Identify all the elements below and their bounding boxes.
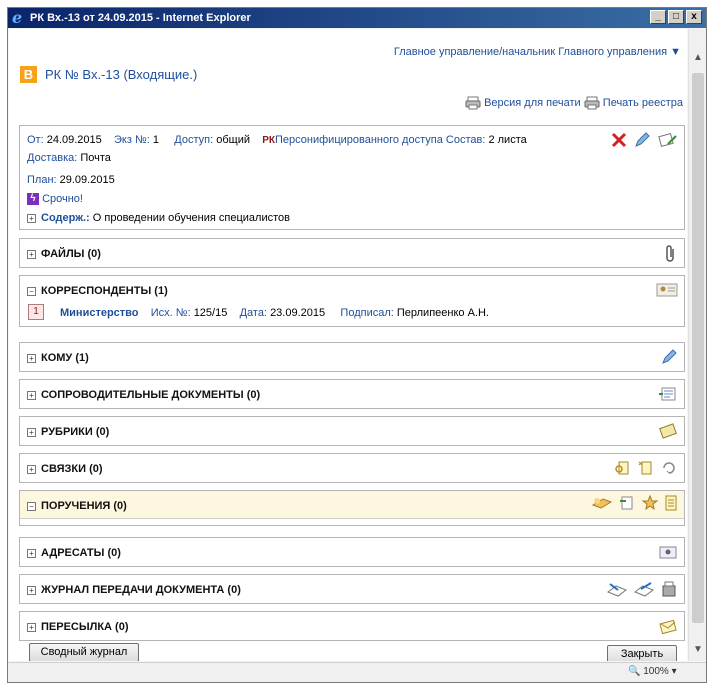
correspondents-section-title: КОРРЕСПОНДЕНТЫ (1) (41, 285, 168, 297)
transfer-journal-section[interactable]: + ЖУРНАЛ ПЕРЕДАЧИ ДОКУМЕНТА (0) (19, 574, 685, 604)
document-info-panel: От: 24.09.2015 Экз №: 1 Доступ: общий РК… (19, 125, 685, 230)
collapse-icon[interactable]: − (27, 502, 36, 511)
close-button[interactable]: Закрыть (607, 645, 677, 661)
maximize-button[interactable]: □ (668, 10, 684, 24)
zoom-icon: 🔍 (628, 666, 641, 677)
minimize-button[interactable]: _ (650, 10, 666, 24)
transfer-receive-icon[interactable] (633, 580, 655, 598)
assignment-star-icon[interactable] (641, 495, 659, 511)
expand-icon[interactable]: + (27, 250, 36, 259)
document-stack-icon[interactable] (658, 386, 678, 402)
files-section-title: ФАЙЛЫ (0) (41, 248, 101, 260)
printer-icon (584, 96, 600, 110)
scroll-down-icon[interactable]: ▼ (693, 645, 703, 655)
edit-pencil-icon[interactable] (633, 132, 651, 148)
page-content: Главное управление/начальник Главного уп… (9, 29, 687, 661)
vertical-scrollbar[interactable]: ▲ ▼ (688, 29, 706, 661)
close-window-button[interactable]: x (686, 10, 702, 24)
info-actions (608, 132, 678, 150)
print-registry-link[interactable]: Печать реестра (603, 97, 683, 109)
expand-icon[interactable]: + (27, 391, 36, 400)
to-section[interactable]: + КОМУ (1) (19, 342, 685, 372)
links-section-title: СВЯЗКИ (0) (41, 463, 103, 475)
rk-mark-icon: РК (262, 135, 276, 146)
rubrics-section-title: РУБРИКИ (0) (41, 426, 110, 438)
archive-icon[interactable] (660, 580, 678, 598)
collapse-icon[interactable]: − (27, 287, 36, 296)
paperclip-icon[interactable] (664, 245, 678, 263)
delivery-line: Доставка: Почта (27, 152, 111, 164)
transfer-send-icon[interactable] (606, 580, 628, 598)
scroll-up-icon[interactable]: ▲ (693, 53, 703, 63)
printer-icon (465, 96, 481, 110)
assignments-section[interactable]: − ПОРУЧЕНИЯ (0) (19, 490, 685, 526)
window-title: РК Вх.-13 от 24.09.2015 - Internet Explo… (30, 12, 251, 24)
print-links: Версия для печати Печать реестра (465, 96, 683, 110)
forward-envelope-icon[interactable] (658, 618, 678, 634)
personified-access-link[interactable]: Персонифицированного доступа (275, 134, 443, 146)
document-type-logo: В (20, 66, 37, 83)
user-position-dropdown[interactable]: Главное управление/начальник Главного уп… (394, 46, 681, 58)
correspondent-name-link[interactable]: Министерство (60, 307, 139, 319)
correspondent-row: Министерство Исх. №: 125/15 Дата: 23.09.… (60, 307, 489, 319)
forwarding-section[interactable]: + ПЕРЕСЫЛКА (0) (19, 611, 685, 641)
title-bar: e РК Вх.-13 от 24.09.2015 - Internet Exp… (8, 8, 706, 28)
page-title: РК № Вх.-13 (Входящие.) (45, 67, 198, 82)
rubrics-section[interactable]: + РУБРИКИ (0) (19, 416, 685, 446)
status-bar: 🔍 100% ▾ (8, 662, 706, 682)
internet-explorer-icon: e (12, 8, 23, 27)
accompanying-docs-section-title: СОПРОВОДИТЕЛЬНЫЕ ДОКУМЕНТЫ (0) (41, 389, 261, 401)
delete-icon[interactable] (610, 132, 628, 148)
send-documents-icon[interactable] (656, 132, 678, 148)
rubric-book-icon[interactable] (658, 423, 678, 439)
plan-line: План: 29.09.2015 (27, 174, 115, 186)
correspondent-number: 1 (28, 304, 44, 320)
print-version-link[interactable]: Версия для печати (484, 97, 581, 109)
contact-card-icon[interactable] (656, 282, 678, 298)
urgent-icon: ϟ (27, 193, 39, 206)
summary-journal-button[interactable]: Сводный журнал (29, 643, 139, 661)
accompanying-docs-section[interactable]: + СОПРОВОДИТЕЛЬНЫЕ ДОКУМЕНТЫ (0) (19, 379, 685, 409)
addressee-card-icon[interactable] (658, 544, 678, 560)
assignment-list-icon[interactable] (664, 495, 678, 511)
links-section[interactable]: + СВЯЗКИ (0) (19, 453, 685, 483)
correspondents-section[interactable]: − КОРРЕСПОНДЕНТЫ (1) 1 Министерство Исх. … (19, 275, 685, 327)
browser-window: e РК Вх.-13 от 24.09.2015 - Internet Exp… (7, 7, 707, 683)
addressees-section-title: АДРЕСАТЫ (0) (41, 547, 121, 559)
forwarding-section-title: ПЕРЕСЫЛКА (0) (41, 621, 129, 633)
expand-icon[interactable]: + (27, 623, 36, 632)
expand-icon[interactable]: + (27, 214, 36, 223)
transfer-journal-section-title: ЖУРНАЛ ПЕРЕДАЧИ ДОКУМЕНТА (0) (41, 584, 241, 596)
assignments-section-title: ПОРУЧЕНИЯ (0) (41, 500, 127, 512)
edit-pencil-icon[interactable] (660, 349, 678, 365)
expand-icon[interactable]: + (27, 354, 36, 363)
assignment-doc-icon[interactable] (618, 495, 636, 511)
content-line: + Содерж.: О проведении обучения специали… (27, 212, 290, 224)
urgent-line: ϟ Срочно! (27, 193, 83, 206)
expand-icon[interactable]: + (27, 586, 36, 595)
link-add-icon[interactable] (637, 460, 655, 476)
expand-icon[interactable]: + (27, 428, 36, 437)
create-assignment-icon[interactable] (591, 495, 613, 511)
info-line-1: От: 24.09.2015 Экз №: 1 Доступ: общий РК… (27, 134, 527, 146)
link-document-icon[interactable] (614, 460, 632, 476)
urgent-label: Срочно! (42, 193, 83, 205)
zoom-level[interactable]: 🔍 100% ▾ (628, 666, 677, 677)
addressees-section[interactable]: + АДРЕСАТЫ (0) (19, 537, 685, 567)
expand-icon[interactable]: + (27, 465, 36, 474)
link-refresh-icon[interactable] (660, 460, 678, 476)
scrollbar-thumb[interactable] (692, 73, 704, 623)
expand-icon[interactable]: + (27, 549, 36, 558)
to-section-title: КОМУ (1) (41, 352, 89, 364)
files-section[interactable]: + ФАЙЛЫ (0) (19, 238, 685, 268)
